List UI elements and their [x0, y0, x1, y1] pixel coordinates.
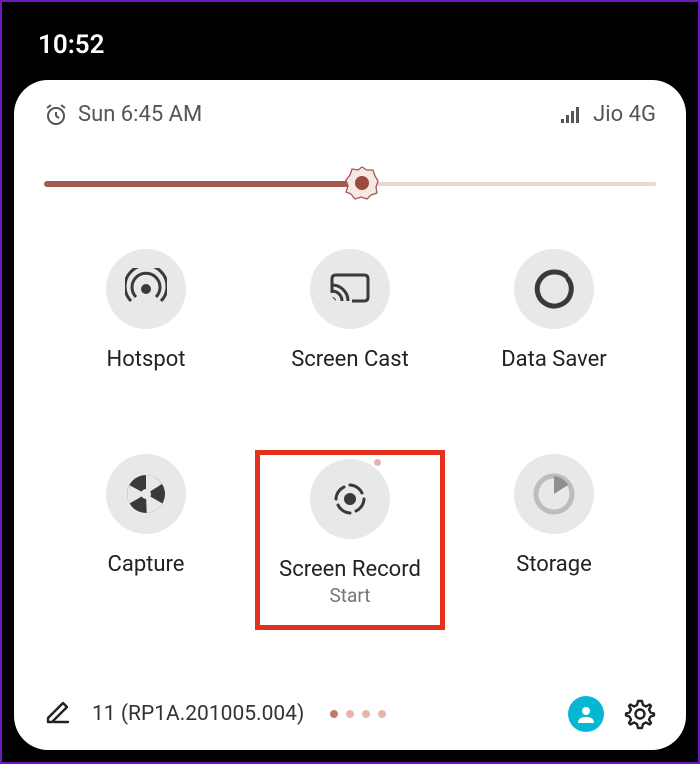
page-dot [346, 710, 354, 718]
tile-storage[interactable]: Storage [459, 450, 649, 630]
status-time: 10:52 [38, 30, 105, 60]
screenshot-frame: 10:52 Sun 6:45 AM [0, 0, 700, 764]
alarm-icon [44, 103, 68, 127]
settings-gear-icon[interactable] [624, 698, 656, 730]
record-icon [310, 459, 390, 539]
tile-label: Screen Cast [291, 347, 409, 372]
tile-label: Data Saver [501, 347, 607, 372]
tile-sublabel: Start [330, 584, 371, 607]
tile-screen-cast[interactable]: Screen Cast [255, 245, 445, 390]
data-saver-icon [514, 249, 594, 329]
page-dot [362, 710, 370, 718]
tile-label: Screen Record [279, 557, 421, 582]
quick-settings-panel: Sun 6:45 AM Jio 4G [14, 80, 686, 750]
panel-top-row: Sun 6:45 AM Jio 4G [44, 102, 656, 127]
user-avatar-icon[interactable] [568, 696, 604, 732]
alarm-time-text[interactable]: Sun 6:45 AM [78, 102, 202, 127]
tile-hotspot[interactable]: Hotspot [51, 245, 241, 390]
aperture-icon [106, 454, 186, 534]
tile-label: Capture [108, 552, 185, 577]
page-dot [378, 710, 386, 718]
tile-capture[interactable]: Capture [51, 450, 241, 630]
build-text[interactable]: 11 (RP1A.201005.004) [92, 702, 304, 726]
hotspot-icon [106, 249, 186, 329]
page-dot [330, 710, 338, 718]
edit-icon[interactable] [44, 698, 72, 730]
storage-icon [514, 454, 594, 534]
page-dots[interactable] [330, 710, 386, 718]
tile-label: Storage [516, 552, 592, 577]
brightness-thumb-icon[interactable] [345, 166, 379, 200]
notification-dot-icon [374, 459, 381, 466]
bottom-bar: 11 (RP1A.201005.004) [44, 678, 656, 736]
carrier-text: Jio 4G [593, 102, 656, 127]
slider-track-empty [362, 182, 656, 186]
cast-icon [310, 249, 390, 329]
brightness-slider[interactable] [44, 169, 656, 197]
tile-label: Hotspot [107, 347, 186, 372]
slider-track-filled [44, 181, 362, 187]
tile-data-saver[interactable]: Data Saver [459, 245, 649, 390]
tiles-grid: Hotspot Screen Cast [44, 245, 656, 630]
signal-icon [561, 105, 583, 125]
tile-screen-record[interactable]: Screen Record Start [255, 450, 445, 630]
